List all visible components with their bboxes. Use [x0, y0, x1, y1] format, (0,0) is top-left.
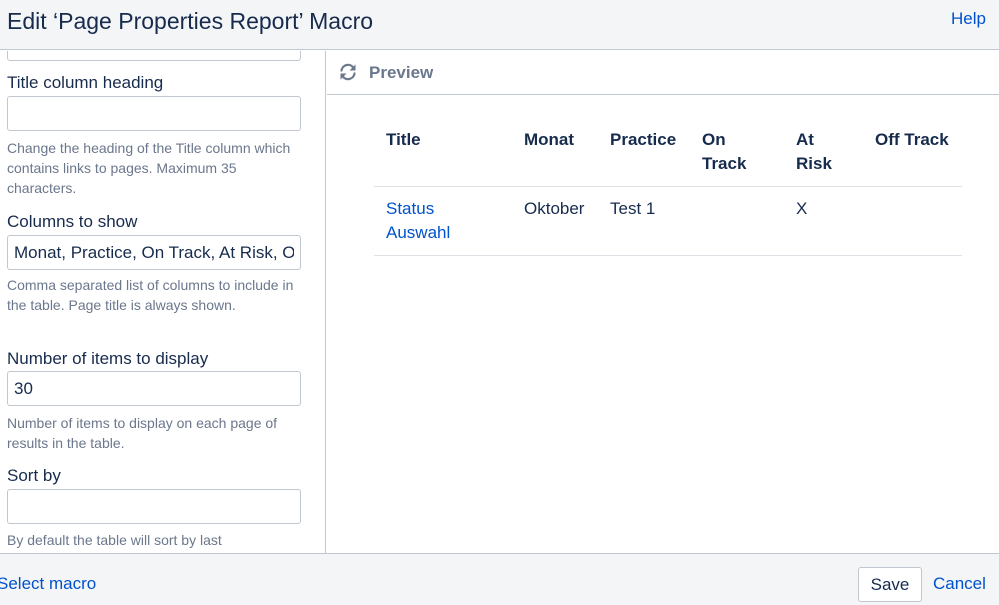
preview-panel: Preview Title Monat Practice On Track At… [327, 51, 999, 553]
title-heading-label: Title column heading [7, 73, 164, 92]
macro-parameters-panel[interactable]: Title column heading Change the heading … [0, 51, 326, 553]
report-table: Title Monat Practice On Track At Risk Of… [374, 128, 962, 256]
table-cell-at-risk: X [784, 186, 863, 256]
title-heading-input[interactable] [7, 96, 301, 131]
select-macro-link[interactable]: Select macro [0, 574, 96, 594]
number-of-items-input[interactable] [7, 371, 301, 406]
help-link[interactable]: Help [951, 9, 986, 29]
number-of-items-description: Number of items to display on each page … [7, 415, 278, 451]
cancel-link[interactable]: Cancel [933, 574, 986, 594]
refresh-icon[interactable] [338, 62, 358, 82]
preview-label: Preview [369, 63, 434, 82]
column-header-practice[interactable]: Practice [598, 128, 690, 187]
column-header-monat[interactable]: Monat [512, 128, 598, 187]
table-cell-practice: Test 1 [598, 186, 690, 256]
column-header-at-risk[interactable]: At Risk [784, 128, 863, 187]
dialog-footer: Select macro Save Cancel [0, 553, 999, 605]
sort-by-input[interactable] [7, 489, 301, 524]
column-header-on-track[interactable]: On Track [690, 128, 784, 187]
table-cell-title: Status Auswahl [374, 186, 512, 256]
save-button[interactable]: Save [858, 567, 922, 602]
sort-by-description: By default the table will sort by last [7, 532, 222, 548]
table-cell-monat: Oktober [512, 186, 598, 256]
column-header-off-track[interactable]: Off Track [863, 128, 962, 187]
columns-to-show-label: Columns to show [7, 212, 138, 231]
previous-field-input[interactable] [7, 51, 301, 61]
table-header-row: Title Monat Practice On Track At Risk Of… [374, 128, 962, 187]
title-heading-description: Change the heading of the Title column w… [7, 140, 291, 196]
dialog-header: Edit ‘Page Properties Report’ Macro Help [0, 0, 999, 50]
preview-bar: Preview [327, 51, 999, 95]
column-header-title[interactable]: Title [374, 128, 512, 187]
sort-by-label: Sort by [7, 466, 61, 485]
table-cell-off-track [863, 186, 962, 256]
columns-to-show-input[interactable] [7, 235, 301, 270]
columns-to-show-description: Comma separated list of columns to inclu… [7, 277, 294, 313]
table-cell-on-track [690, 186, 784, 256]
table-row: Status Auswahl Oktober Test 1 X [374, 186, 962, 256]
number-of-items-label: Number of items to display [7, 349, 209, 368]
page-title-link[interactable]: Status Auswahl [386, 199, 450, 242]
dialog-title: Edit ‘Page Properties Report’ Macro [7, 8, 374, 34]
